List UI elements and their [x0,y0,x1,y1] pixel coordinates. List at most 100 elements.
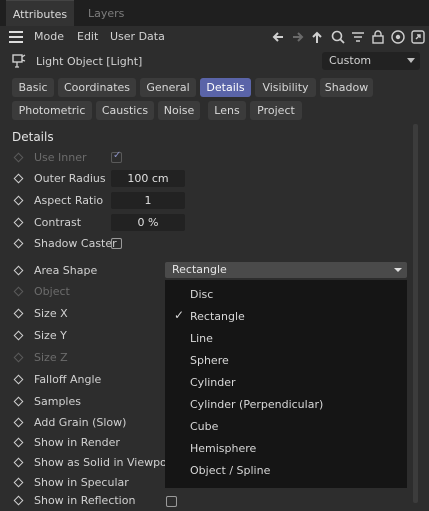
aspect-ratio-field[interactable]: 1 [111,192,185,209]
chevron-down-icon [407,58,415,63]
param-label: Show as Solid in Viewport [34,456,176,469]
keyframe-diamond-icon[interactable] [13,374,24,385]
keyframe-diamond-icon[interactable] [13,238,24,249]
checkmark-icon: ✓ [174,308,185,322]
param-label: Aspect Ratio [34,194,104,207]
keyframe-diamond-icon[interactable] [13,495,24,506]
menu-user-data[interactable]: User Data [110,30,165,43]
option-label: Line [190,332,213,345]
keyframe-diamond-icon[interactable] [13,352,24,363]
option-sphere[interactable]: Sphere [165,350,407,372]
keyframe-diamond-icon[interactable] [13,286,24,297]
param-label: Area Shape [34,264,98,277]
shadow-caster-checkbox[interactable] [111,238,122,249]
keyframe-diamond-icon[interactable] [13,265,24,276]
param-label: Samples [34,395,81,408]
show-in-reflection-checkbox[interactable] [166,496,177,507]
light-object-icon [11,53,27,69]
panel-tab-bar: Attributes Layers [0,0,429,26]
param-label: Object [34,285,70,298]
param-label: Use Inner [34,151,87,164]
keyframe-diamond-icon[interactable] [13,195,24,206]
section-title: Details [12,130,54,144]
option-cylinder[interactable]: Cylinder [165,372,407,394]
param-contrast: Contrast 0 % [0,213,410,233]
expand-icon[interactable] [410,29,426,45]
param-label: Show in Specular [34,476,129,489]
keyframe-diamond-icon[interactable] [13,330,24,341]
param-outer-radius: Outer Radius 100 cm [0,169,410,189]
menu-mode[interactable]: Mode [34,30,64,43]
hamburger-menu-icon[interactable] [9,31,23,43]
option-label: Cube [190,420,219,433]
option-object-spline[interactable]: Object / Spline [165,460,407,482]
param-label: Size Y [34,329,67,342]
mode-dropdown[interactable]: Custom [322,52,420,70]
menu-edit[interactable]: Edit [77,30,98,43]
area-shape-value: Rectangle [172,263,227,276]
param-label: Shadow Caster [34,237,117,250]
keyframe-diamond-icon[interactable] [13,396,24,407]
tab-general[interactable]: General [140,78,196,97]
use-inner-checkbox[interactable]: ✓ [111,150,122,163]
option-rectangle[interactable]: ✓ Rectangle [165,306,407,328]
option-hemisphere[interactable]: Hemisphere [165,438,407,460]
tab-details[interactable]: Details [200,78,251,97]
tab-lens[interactable]: Lens [208,101,246,120]
tab-layers[interactable]: Layers [88,0,124,26]
keyframe-diamond-icon[interactable] [13,152,24,163]
arrow-right-icon[interactable] [290,29,306,45]
mode-dropdown-value: Custom [329,54,372,67]
option-line[interactable]: Line [165,328,407,350]
keyframe-diamond-icon[interactable] [13,417,24,428]
param-label: Size Z [34,351,68,364]
param-label: Outer Radius [34,172,106,185]
param-label: Add Grain (Slow) [34,416,127,429]
target-icon[interactable] [390,29,406,45]
checkmark-icon: ✓ [113,150,122,161]
option-cube[interactable]: Cube [165,416,407,438]
area-shape-dropdown[interactable]: Rectangle [165,262,407,278]
area-shape-options-popup: Disc ✓ Rectangle Line Sphere Cylinder Cyl… [165,280,407,488]
tab-attributes[interactable]: Attributes [6,0,74,26]
arrow-left-icon[interactable] [270,29,286,45]
tab-coordinates[interactable]: Coordinates [58,78,136,97]
option-label: Cylinder [190,376,236,389]
tab-basic[interactable]: Basic [12,78,54,97]
tab-visibility[interactable]: Visibility [255,78,316,97]
param-shadow-caster: Shadow Caster [0,234,410,254]
search-icon[interactable] [330,29,346,45]
keyframe-diamond-icon[interactable] [13,437,24,448]
chevron-down-icon [394,268,402,272]
menu-bar: Mode Edit User Data [0,26,429,48]
keyframe-diamond-icon[interactable] [13,308,24,319]
keyframe-diamond-icon[interactable] [13,173,24,184]
arrow-up-icon[interactable] [309,29,325,45]
param-label: Falloff Angle [34,373,102,386]
tab-project[interactable]: Project [250,101,302,120]
object-header: Light Object [Light] Custom [0,50,429,72]
keyframe-diamond-icon[interactable] [13,477,24,488]
outer-radius-field[interactable]: 100 cm [111,170,185,187]
filter-icon[interactable] [350,29,366,45]
keyframe-diamond-icon[interactable] [13,217,24,228]
tab-photometric[interactable]: Photometric [12,101,92,120]
option-disc[interactable]: Disc [165,284,407,306]
option-label: Sphere [190,354,229,367]
option-cylinder-perpendicular[interactable]: Cylinder (Perpendicular) [165,394,407,416]
param-label: Contrast [34,216,82,229]
object-title: Light Object [Light] [36,55,143,68]
contrast-field[interactable]: 0 % [111,214,185,231]
option-label: Cylinder (Perpendicular) [190,398,324,411]
tab-caustics[interactable]: Caustics [96,101,154,120]
param-label: Size X [34,307,68,320]
param-show-in-reflection: Show in Reflection [0,491,410,511]
scrollbar[interactable] [413,124,418,503]
lock-icon[interactable] [370,29,386,45]
tab-noise[interactable]: Noise [158,101,200,120]
param-use-inner: Use Inner ✓ [0,148,410,168]
param-label: Show in Reflection [34,494,136,507]
option-label: Disc [190,288,214,301]
keyframe-diamond-icon[interactable] [13,457,24,468]
tab-shadow[interactable]: Shadow [320,78,373,97]
